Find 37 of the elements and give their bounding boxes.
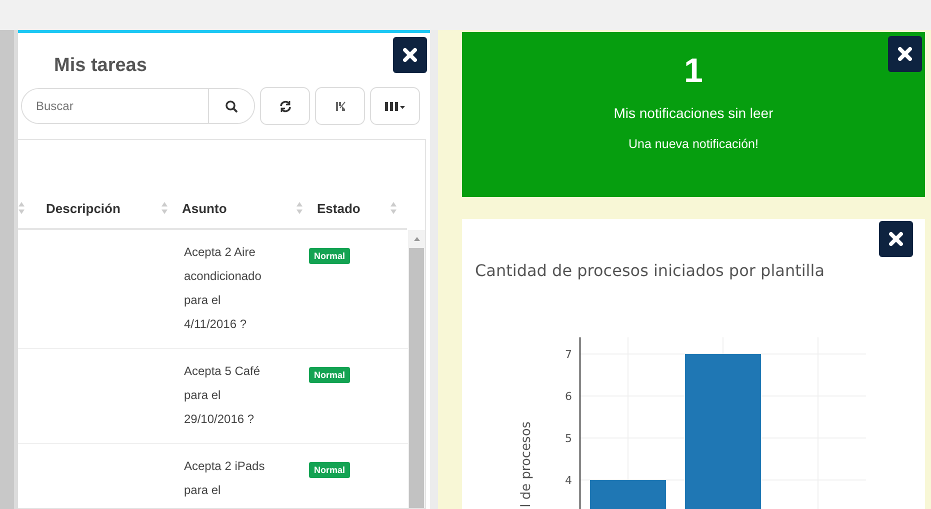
axis-tick-label: 6 (565, 390, 572, 403)
close-icon (888, 231, 904, 247)
panel-title: Mis tareas (54, 55, 148, 77)
close-icon (402, 47, 418, 63)
notification-title: Mis notificaciones sin leer (614, 105, 774, 121)
axis-tick-label: 4 (565, 474, 572, 487)
status-badge: Normal (309, 248, 350, 264)
column-header[interactable]: Estado (317, 200, 360, 216)
grid-toggle-icon (334, 100, 346, 112)
chart-title: Cantidad de procesos iniciados por plantilla (474, 261, 826, 280)
refresh-button[interactable] (260, 87, 310, 125)
search-button[interactable] (208, 89, 254, 123)
column-header[interactable]: Descripción (46, 200, 120, 216)
axis-tick-label: 5 (565, 432, 572, 445)
scroll-up-icon[interactable] (412, 236, 420, 242)
notification-count: 1 (684, 52, 703, 91)
search-icon (225, 100, 238, 112)
close-icon (897, 46, 913, 62)
columns-button[interactable] (370, 87, 420, 125)
close-button[interactable] (879, 221, 913, 257)
table-cell-text: Acepta 2 iPads para el (183, 458, 266, 499)
column-header[interactable]: Asunto (182, 200, 227, 216)
status-badge: Normal (309, 462, 350, 478)
table-cell-text: Acepta 5 Café para el 29/10/2016 ? (183, 363, 262, 428)
scrollbar[interactable] (408, 230, 425, 508)
close-button[interactable] (393, 37, 427, 73)
refresh-icon (278, 100, 292, 112)
table-cell-text: Acepta 2 Aire acondicionado para el 4/11/2016 ? (183, 244, 262, 333)
axis-label: l de procesos (519, 421, 534, 508)
axis-tick-label: 7 (565, 348, 572, 361)
toggle-view-button[interactable] (315, 87, 365, 125)
status-badge: Normal (309, 367, 350, 383)
close-button[interactable] (888, 36, 922, 72)
notification-message: Una nueva notificación! (628, 137, 758, 151)
search-field[interactable]: Buscar (21, 88, 255, 124)
scrollbar-thumb[interactable] (409, 248, 424, 508)
columns-caret-icon (384, 100, 406, 112)
